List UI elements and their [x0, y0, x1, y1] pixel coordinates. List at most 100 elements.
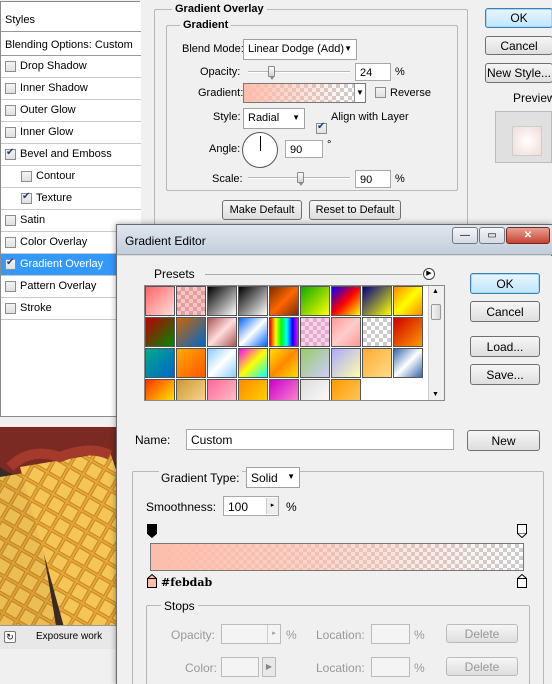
preset-swatch[interactable]	[207, 379, 237, 400]
preset-swatch[interactable]	[145, 286, 175, 316]
style-item-checkbox[interactable]	[21, 191, 32, 204]
preset-swatch[interactable]	[176, 317, 206, 347]
preset-swatch[interactable]	[238, 317, 268, 347]
stop-color-swatch[interactable]	[221, 657, 259, 677]
new-gradient-button[interactable]: New	[467, 430, 540, 451]
new-style-button[interactable]: New Style...	[485, 63, 552, 83]
preset-swatch[interactable]	[145, 379, 175, 400]
preset-swatch[interactable]	[269, 348, 299, 378]
style-item[interactable]: Drop Shadow	[1, 56, 141, 78]
style-item-checkbox[interactable]	[5, 215, 16, 226]
preset-swatch[interactable]	[331, 317, 361, 347]
preset-swatch[interactable]	[207, 317, 237, 347]
preset-swatch[interactable]	[300, 317, 330, 347]
gradient-editor-titlebar[interactable]: Gradient Editor — ▭ ✕	[117, 225, 552, 255]
gradient-ramp[interactable]	[150, 543, 524, 571]
preset-swatch[interactable]	[176, 286, 206, 316]
stop-opacity-location-input[interactable]	[371, 624, 410, 644]
preset-swatch[interactable]	[300, 286, 330, 316]
preset-swatch[interactable]	[145, 317, 175, 347]
style-item-checkbox[interactable]	[5, 303, 16, 314]
stop-color-arrow-icon[interactable]: ▶	[262, 657, 276, 677]
stop-opacity-stepper[interactable]: ▸	[267, 625, 280, 643]
angle-input[interactable]: 90	[285, 140, 323, 158]
layer-style-cancel-button[interactable]: Cancel	[485, 36, 552, 55]
preset-swatch[interactable]	[331, 348, 361, 378]
load-button[interactable]: Load...	[470, 336, 540, 357]
close-icon[interactable]: ✕	[506, 227, 550, 244]
blend-mode-select[interactable]: Linear Dodge (Add)	[243, 39, 357, 60]
style-item-checkbox[interactable]	[21, 171, 32, 182]
delete-opacity-stop-button[interactable]: Delete	[446, 624, 518, 643]
preset-swatch[interactable]	[362, 317, 392, 347]
stop-opacity-input[interactable]: ▸	[221, 624, 281, 644]
opacity-stop-left[interactable]	[147, 524, 157, 539]
gradient-type-select[interactable]: Solid	[246, 467, 300, 488]
scroll-up-icon[interactable]: ▲	[432, 288, 439, 295]
save-button[interactable]: Save...	[470, 364, 540, 385]
style-item-checkbox[interactable]	[5, 127, 16, 138]
scroll-thumb[interactable]	[431, 304, 441, 320]
scroll-down-icon[interactable]: ▼	[432, 391, 439, 398]
style-item-checkbox[interactable]	[5, 147, 16, 160]
presets-scrollbar[interactable]: ▲ ▼	[428, 286, 444, 400]
opacity-slider-thumb[interactable]	[268, 66, 276, 80]
style-item[interactable]: Contour	[1, 166, 141, 188]
opacity-slider-track[interactable]	[248, 71, 350, 73]
preset-swatch[interactable]	[207, 286, 237, 316]
preset-swatch[interactable]	[269, 317, 299, 347]
preset-swatch[interactable]	[238, 348, 268, 378]
align-layer-checkbox[interactable]	[316, 121, 327, 134]
name-input[interactable]: Custom	[186, 429, 454, 450]
preset-swatch[interactable]	[207, 348, 237, 378]
scale-input[interactable]: 90	[355, 170, 391, 188]
style-item-checkbox[interactable]	[5, 257, 16, 270]
style-item[interactable]: Bevel and Emboss	[1, 144, 141, 166]
minimize-icon[interactable]: —	[452, 227, 478, 244]
reverse-checkbox[interactable]	[375, 87, 386, 98]
color-stop-right[interactable]	[517, 573, 527, 588]
style-item[interactable]: Texture	[1, 188, 141, 210]
preset-swatch[interactable]	[176, 379, 206, 400]
scale-slider-thumb[interactable]	[297, 172, 304, 186]
preset-swatch[interactable]	[300, 379, 330, 400]
style-item-checkbox[interactable]	[5, 83, 16, 94]
color-stop-left[interactable]	[147, 573, 157, 588]
preset-swatch[interactable]	[362, 348, 392, 378]
blending-options[interactable]: Blending Options: Custom	[1, 32, 141, 56]
preset-swatch[interactable]	[238, 379, 268, 400]
preset-swatch[interactable]	[362, 286, 392, 316]
angle-dial[interactable]	[242, 132, 278, 168]
preset-swatch[interactable]	[300, 348, 330, 378]
opacity-stop-right[interactable]	[517, 524, 527, 539]
style-item[interactable]: Outer Glow	[1, 100, 141, 122]
gradient-picker[interactable]: ▼	[243, 83, 366, 103]
preset-swatch[interactable]	[331, 379, 361, 400]
style-item-checkbox[interactable]	[5, 281, 16, 292]
style-select[interactable]: Radial	[243, 108, 305, 129]
preset-swatch[interactable]	[393, 317, 423, 347]
preset-swatch[interactable]	[393, 286, 423, 316]
stop-color-location-input[interactable]	[371, 657, 410, 677]
preset-swatch[interactable]	[145, 348, 175, 378]
presets-menu-icon[interactable]: ▶	[423, 268, 435, 280]
exposure-tab[interactable]: Exposure work	[36, 631, 102, 642]
preset-swatch[interactable]	[176, 348, 206, 378]
maximize-icon[interactable]: ▭	[479, 227, 505, 244]
reset-default-button[interactable]: Reset to Default	[309, 200, 401, 220]
style-item-checkbox[interactable]	[5, 237, 16, 248]
style-item-checkbox[interactable]	[5, 105, 16, 116]
gradient-dropdown-icon[interactable]: ▼	[354, 84, 365, 102]
delete-color-stop-button[interactable]: Delete	[446, 657, 518, 676]
preset-swatch[interactable]	[331, 286, 361, 316]
ge-ok-button[interactable]: OK	[470, 273, 540, 294]
make-default-button[interactable]: Make Default	[222, 200, 302, 220]
ge-cancel-button[interactable]: Cancel	[470, 301, 540, 322]
layer-style-ok-button[interactable]: OK	[485, 8, 552, 28]
smoothness-stepper[interactable]: ▸	[266, 498, 278, 514]
refresh-icon[interactable]: ↻	[4, 631, 16, 643]
opacity-input[interactable]: 24	[355, 63, 391, 81]
preset-swatch[interactable]	[393, 348, 423, 378]
preset-swatch[interactable]	[238, 286, 268, 316]
style-item[interactable]: Inner Glow	[1, 122, 141, 144]
